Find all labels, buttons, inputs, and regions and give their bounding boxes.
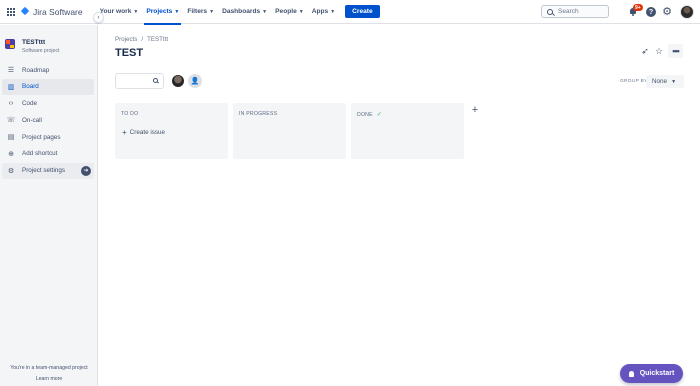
more-actions-ellipsis-icon[interactable]: •••: [668, 44, 683, 58]
profile-avatar[interactable]: [680, 5, 694, 19]
chevron-down-icon: ▼: [133, 8, 139, 15]
star-icon[interactable]: ☆: [654, 46, 664, 56]
plus-icon: +: [122, 127, 127, 137]
nav-apps[interactable]: Apps ▼: [308, 0, 339, 24]
group-by-value: None: [652, 78, 668, 85]
project-name: TESTttt: [22, 39, 46, 46]
add-column-plus-icon[interactable]: +: [469, 104, 481, 116]
project-avatar: [5, 39, 15, 49]
team-managed-note: You're in a team-managed project: [10, 365, 88, 371]
create-issue-button[interactable]: + Create issue: [122, 127, 166, 137]
arrow-right-icon: ➔: [81, 165, 91, 176]
jira-logo[interactable]: Jira Software: [21, 7, 83, 17]
sidebar-nav: ☰ Roadmap ▥ Board ‹› Code ☏ On-call ▤ Pr…: [2, 62, 94, 180]
create-button[interactable]: Create: [345, 5, 380, 18]
board-search-input[interactable]: [115, 73, 164, 89]
board-column-in-progress: IN PROGRESS: [233, 103, 346, 159]
search-placeholder: Search: [558, 8, 579, 15]
pages-icon: ▤: [7, 134, 15, 142]
column-title-text: IN PROGRESS: [239, 111, 278, 117]
column-title: TO DO: [121, 111, 138, 117]
collapse-sidebar-chevron-icon[interactable]: ‹: [93, 12, 104, 23]
sidebar-item-on-call[interactable]: ☏ On-call: [2, 112, 94, 128]
chevron-down-icon: ▼: [671, 78, 677, 85]
sidebar-item-label: Board: [22, 83, 39, 91]
column-title-text: TO DO: [121, 111, 139, 117]
sidebar-item-label: Project pages: [22, 133, 61, 141]
notification-count-badge: 9+: [633, 4, 643, 11]
column-title: IN PROGRESS: [239, 111, 277, 117]
chevron-down-icon: ▼: [174, 8, 180, 15]
release-rocket-icon[interactable]: ➶: [640, 46, 650, 56]
page-title: TEST: [115, 47, 144, 59]
gear-icon: ⚙: [7, 167, 15, 175]
sidebar-item-label: On-call: [22, 116, 42, 124]
project-sidebar: TESTttt Software project ☰ Roadmap ▥ Boa…: [0, 25, 98, 386]
app-switcher-icon[interactable]: [7, 7, 15, 16]
nav-filters[interactable]: Filters ▼: [183, 0, 218, 24]
sidebar-item-label: Add shortcut: [22, 150, 58, 158]
nav-apps-label: Apps: [311, 8, 329, 15]
help-icon[interactable]: ?: [646, 7, 656, 17]
nav-projects-label: Projects: [146, 8, 173, 15]
roadmap-icon: ☰: [7, 67, 15, 74]
sidebar-item-roadmap[interactable]: ☰ Roadmap: [2, 62, 94, 78]
nav-dashboards-label: Dashboards: [222, 8, 261, 15]
logo-text: Jira Software: [33, 6, 83, 17]
sidebar-item-project-pages[interactable]: ▤ Project pages: [2, 129, 94, 145]
group-by-select[interactable]: None ▼: [646, 75, 684, 88]
add-people-icon[interactable]: 👤: [188, 74, 202, 88]
breadcrumb-separator: /: [141, 36, 144, 43]
nav-people-label: People: [275, 8, 297, 15]
create-issue-label: Create issue: [129, 129, 166, 136]
learn-more-link[interactable]: Learn more: [0, 376, 98, 382]
search-icon: [547, 8, 553, 15]
add-shortcut-icon: ⊕: [8, 150, 14, 158]
sidebar-item-add-shortcut[interactable]: ⊕ Add shortcut: [2, 146, 94, 162]
global-search-input[interactable]: Search: [541, 5, 609, 18]
on-call-icon: ☏: [6, 117, 16, 125]
chevron-down-icon: ▼: [330, 8, 336, 15]
sidebar-item-label: Roadmap: [22, 66, 50, 74]
chevron-down-icon: ▼: [298, 8, 304, 15]
group-by-label: GROUP BY: [620, 79, 648, 84]
nav-people[interactable]: People ▼: [271, 0, 308, 24]
breadcrumb: Projects / TESTttt: [115, 36, 168, 43]
member-avatar[interactable]: [171, 74, 185, 88]
sidebar-item-code[interactable]: ‹› Code: [2, 96, 94, 112]
project-header: TESTttt Software project: [5, 39, 59, 54]
chevron-down-icon: ▼: [262, 8, 268, 15]
board-column-todo: TO DO + Create issue: [115, 103, 228, 159]
lightbulb-icon: [628, 370, 634, 377]
sidebar-item-board[interactable]: ▥ Board: [2, 78, 94, 95]
sidebar-item-project-settings[interactable]: ⚙ Project settings ➔: [2, 162, 94, 179]
breadcrumb-project[interactable]: TESTttt: [147, 36, 168, 43]
project-type: Software project: [22, 48, 60, 54]
column-title-text: DONE: [357, 111, 373, 118]
sidebar-item-label: Project settings: [22, 167, 66, 175]
search-icon: [153, 78, 158, 83]
board-icon: ▥: [7, 83, 15, 91]
quickstart-label: Quickstart: [639, 370, 675, 377]
breadcrumb-projects[interactable]: Projects: [115, 36, 137, 43]
settings-gear-icon[interactable]: ⚙: [662, 7, 672, 18]
jira-logo-icon: [21, 7, 30, 16]
chevron-down-icon: ▼: [209, 8, 215, 15]
checkmark-icon: ✓: [376, 112, 383, 118]
column-title: DONE ✓: [357, 111, 383, 119]
board-column-done: DONE ✓: [351, 103, 464, 159]
sidebar-item-label: Code: [22, 100, 38, 108]
code-icon: ‹›: [8, 100, 14, 108]
quickstart-button[interactable]: Quickstart: [620, 364, 683, 383]
nav-filters-label: Filters: [187, 8, 208, 15]
nav-your-work-label: Your work: [99, 8, 132, 15]
nav-dashboards[interactable]: Dashboards ▼: [218, 0, 271, 24]
nav-projects[interactable]: Projects ▼: [142, 0, 183, 25]
